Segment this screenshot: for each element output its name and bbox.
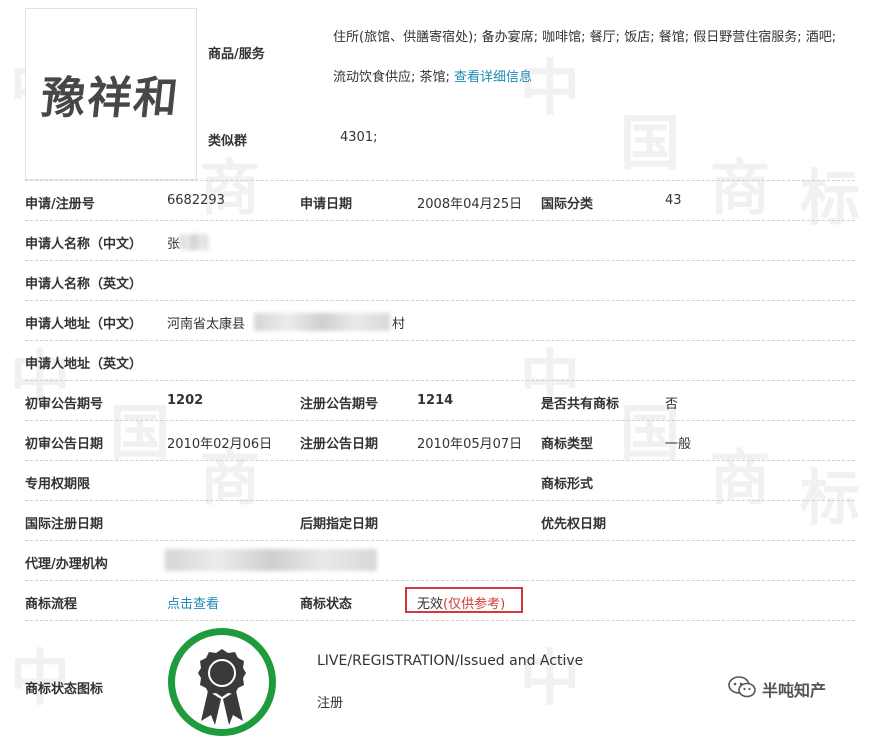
reg-date-value: 2010年05月07日	[417, 437, 523, 452]
app-date-value: 2008年04月25日	[417, 197, 523, 212]
status-note: (仅供参考)	[443, 597, 506, 612]
app-date-label: 申请日期	[300, 197, 353, 212]
address-en-label: 申请人地址（英文）	[25, 357, 143, 372]
row-divider	[25, 460, 855, 461]
reg-issue-value: 1214	[417, 393, 454, 408]
row-divider	[25, 180, 855, 181]
shared-value: 否	[665, 397, 679, 412]
prelim-issue-label: 初审公告期号	[25, 397, 104, 412]
status-label: 商标状态	[300, 597, 353, 612]
status-cn: 注册	[317, 696, 344, 711]
watermark-char: 标	[800, 464, 860, 534]
row-divider	[25, 540, 855, 541]
later-date-label: 后期指定日期	[300, 517, 379, 532]
prelim-date-label: 初审公告日期	[25, 437, 104, 452]
prelim-date-value: 2010年02月06日	[167, 437, 273, 452]
reg-date-label: 注册公告日期	[300, 437, 379, 452]
trademark-name: 豫祥和	[38, 73, 183, 124]
view-process-link[interactable]: 点击查看	[167, 593, 219, 612]
applicant-cn-value: 张	[167, 237, 181, 252]
status-en: LIVE/REGISTRATION/Issued and Active	[317, 653, 584, 669]
wechat-icon	[728, 676, 756, 702]
trademark-image: 豫祥和	[25, 8, 197, 180]
intl-class-value: 43	[665, 193, 682, 208]
goods-text: 住所(旅馆、供膳寄宿处); 备办宴席; 咖啡馆; 餐厅; 饭店; 餐馆; 假日野…	[333, 30, 837, 85]
applicant-en-label: 申请人名称（英文）	[25, 277, 143, 292]
applicant-cn-label: 申请人名称（中文）	[25, 237, 143, 252]
row-divider	[25, 580, 855, 581]
redacted-applicant-name	[180, 234, 208, 250]
process-label: 商标流程	[25, 597, 78, 612]
tm-type-value: 一般	[665, 437, 692, 452]
watermark-char: 商	[710, 154, 770, 224]
row-divider	[25, 300, 855, 301]
priority-date-label: 优先权日期	[541, 517, 607, 532]
address-cn-label: 申请人地址（中文）	[25, 317, 143, 332]
tm-form-label: 商标形式	[541, 477, 594, 492]
reg-no-value: 6682293	[167, 193, 225, 208]
row-divider	[25, 420, 855, 421]
address-cn-value: 河南省太康县	[167, 317, 246, 332]
watermark-char: 中	[520, 644, 580, 714]
row-divider	[25, 380, 855, 381]
reg-issue-label: 注册公告期号	[300, 397, 379, 412]
prelim-issue-value: 1202	[167, 393, 204, 408]
row-divider	[25, 620, 855, 621]
row-divider	[25, 260, 855, 261]
watermark-char: 商	[200, 154, 260, 224]
goods-list: 住所(旅馆、供膳寄宿处); 备办宴席; 咖啡馆; 餐厅; 饭店; 餐馆; 假日野…	[333, 18, 851, 98]
exclusive-term-label: 专用权期限	[25, 477, 91, 492]
similar-group-value: 4301;	[340, 130, 378, 145]
row-divider	[25, 340, 855, 341]
status-highlight-box: 无效(仅供参考)	[405, 587, 523, 613]
row-divider	[25, 500, 855, 501]
status-value: 无效	[417, 597, 444, 612]
similar-group-label: 类似群	[208, 134, 248, 149]
intl-class-label: 国际分类	[541, 197, 594, 212]
status-value-wrap: 无效(仅供参考)	[417, 593, 505, 612]
goods-label: 商品/服务	[208, 47, 265, 62]
tm-type-label: 商标类型	[541, 437, 594, 452]
redacted-address	[254, 313, 390, 331]
view-details-link[interactable]: 查看详细信息	[454, 70, 532, 85]
intl-reg-date-label: 国际注册日期	[25, 517, 104, 532]
registered-badge-icon	[168, 628, 276, 736]
redacted-agent	[165, 549, 377, 571]
watermark-char: 商	[710, 444, 770, 514]
account-name: 半吨知产	[762, 681, 827, 700]
shared-label: 是否共有商标	[541, 397, 620, 412]
watermark-char: 国	[110, 399, 170, 469]
status-icon-label: 商标状态图标	[25, 682, 104, 697]
watermark-char: 标	[800, 164, 860, 234]
agent-label: 代理/办理机构	[25, 557, 108, 572]
account-badge: 半吨知产	[728, 676, 826, 702]
row-divider	[25, 220, 855, 221]
watermark-char: 国	[620, 109, 680, 179]
reg-no-label: 申请/注册号	[25, 197, 95, 212]
address-cn-suffix: 村	[392, 317, 406, 332]
watermark-char: 中	[10, 644, 70, 714]
